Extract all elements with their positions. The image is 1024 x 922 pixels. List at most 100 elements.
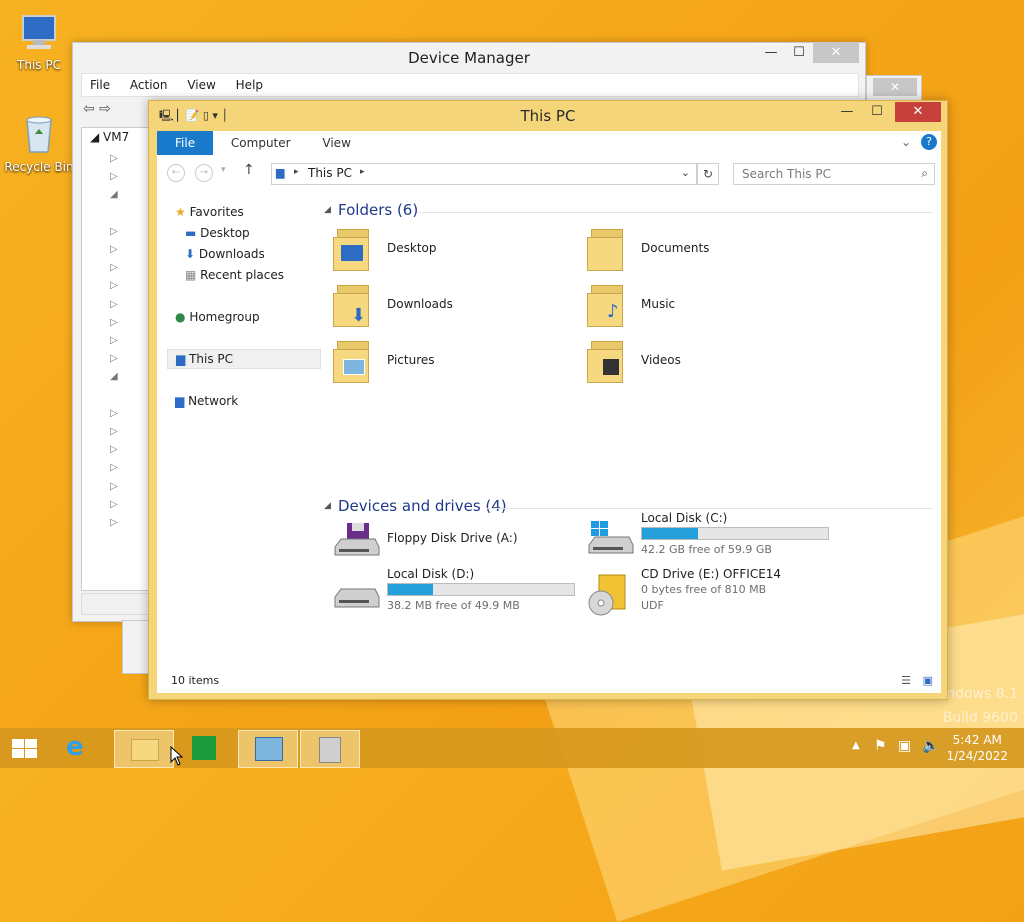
drive-usage-fill bbox=[642, 528, 698, 539]
folder-pictures[interactable]: Pictures bbox=[333, 339, 563, 387]
show-hidden-icons-button[interactable]: ▲ bbox=[852, 740, 860, 751]
nav-favorites[interactable]: ★ Favorites bbox=[175, 205, 244, 219]
address-bar[interactable]: ▆ ▸ This PC ▸ ⌄ bbox=[271, 163, 697, 185]
collapse-icon[interactable]: ◢ bbox=[324, 205, 331, 215]
folder-label: Desktop bbox=[387, 241, 437, 255]
folder-downloads[interactable]: ⬇ Downloads bbox=[333, 283, 563, 331]
minimize-button[interactable]: — bbox=[757, 43, 785, 63]
folder-desktop[interactable]: Desktop bbox=[333, 227, 563, 275]
chevron-down-icon[interactable]: ⌄ bbox=[901, 135, 911, 149]
folder-videos[interactable]: Videos bbox=[587, 339, 817, 387]
address-path[interactable]: This PC bbox=[308, 166, 352, 180]
nav-downloads[interactable]: ⬇ Downloads bbox=[185, 247, 265, 261]
minimize-button[interactable]: — bbox=[833, 102, 861, 122]
refresh-button[interactable]: ↻ bbox=[697, 163, 719, 185]
search-icon[interactable]: ⌕ bbox=[921, 166, 928, 181]
group-divider bbox=[417, 212, 933, 213]
close-button[interactable]: ✕ bbox=[873, 78, 917, 96]
drive-usage-bar bbox=[641, 527, 829, 540]
computer-icon: ▆ bbox=[176, 352, 186, 366]
computer-icon bbox=[17, 10, 61, 54]
start-button[interactable] bbox=[0, 730, 58, 766]
help-icon[interactable]: ? bbox=[921, 134, 937, 150]
tab-computer[interactable]: Computer bbox=[217, 131, 305, 155]
maximize-button[interactable]: ☐ bbox=[863, 102, 891, 122]
device-tree[interactable]: ◢ VM7 ▷ ▷ ◢ ▷ ▷ ▷ ▷ ▷ ▷ ▷ ▷ ◢ ▷ ▷ ▷ ▷ ▷ ▷ ▷ bbox=[81, 127, 153, 591]
folder-label: Documents bbox=[641, 241, 710, 255]
explorer-content: ★ Favorites ▬ Desktop ⬇ Downloads ▦ Rece… bbox=[157, 191, 941, 669]
nav-homegroup[interactable]: ● Homegroup bbox=[175, 310, 260, 324]
computer-icon: ▆ bbox=[276, 166, 285, 179]
windows-logo-icon bbox=[12, 739, 37, 758]
back-button[interactable]: ← bbox=[167, 164, 185, 182]
drive-local-c[interactable]: Local Disk (C:) 42.2 GB free of 59.9 GB bbox=[587, 511, 847, 563]
clock-date: 1/24/2022 bbox=[946, 749, 1008, 763]
menu-help[interactable]: Help bbox=[228, 74, 271, 96]
folder-documents[interactable]: Documents bbox=[587, 227, 817, 275]
desktop-icon: ▬ bbox=[185, 226, 197, 240]
chevron-right-icon[interactable]: ▸ bbox=[294, 167, 299, 177]
tab-view[interactable]: View bbox=[308, 131, 364, 155]
close-button[interactable]: ✕ bbox=[813, 43, 859, 63]
folders-group-header[interactable]: Folders (6) bbox=[338, 201, 418, 219]
taskbar: e ▲ ⚑ ▣ 🔈 5:42 AM 1/24/2022 bbox=[0, 728, 1024, 768]
window-title: Device Manager bbox=[408, 49, 530, 67]
window-title: This PC bbox=[520, 107, 576, 125]
network-icon: ▆ bbox=[175, 394, 185, 408]
taskbar-file-explorer[interactable] bbox=[114, 730, 174, 768]
folder-icon: ♪ bbox=[587, 283, 625, 327]
action-center-flag-icon[interactable]: ⚑ bbox=[874, 738, 887, 754]
taskbar-store[interactable] bbox=[176, 730, 234, 766]
drive-usage-bar bbox=[387, 583, 575, 596]
large-icons-view-icon[interactable]: ▣ bbox=[923, 669, 933, 693]
desktop-icon-this-pc[interactable]: This PC bbox=[4, 10, 74, 72]
forward-button[interactable]: → bbox=[195, 164, 213, 182]
desktop-icon-recycle-bin[interactable]: Recycle Bin bbox=[4, 112, 74, 174]
folder-music[interactable]: ♪ Music bbox=[587, 283, 817, 331]
search-input[interactable]: Search This PC ⌕ bbox=[733, 163, 935, 185]
background-window-edge: ✕ bbox=[866, 75, 922, 101]
ie-icon: e bbox=[66, 732, 84, 762]
nav-this-pc[interactable]: ▆ This PC bbox=[167, 349, 321, 369]
star-icon: ★ bbox=[175, 205, 186, 219]
explorer-window[interactable]: 🖳 ▏📝 ▯ ▾ │ This PC — ☐ ✕ File Computer V… bbox=[148, 100, 948, 700]
drive-cd-e[interactable]: CD Drive (E:) OFFICE14 0 bytes free of 8… bbox=[587, 567, 847, 623]
hard-drive-icon bbox=[334, 588, 380, 608]
up-button[interactable]: ↑ bbox=[243, 162, 255, 178]
recent-locations-button[interactable]: ▾ bbox=[221, 165, 226, 175]
recent-places-icon: ▦ bbox=[185, 268, 197, 282]
mouse-cursor-icon bbox=[170, 746, 184, 766]
folder-icon: ⬇ bbox=[333, 283, 371, 327]
system-clock[interactable]: 5:42 AM 1/24/2022 bbox=[946, 732, 1008, 764]
taskbar-internet-explorer[interactable]: e bbox=[52, 730, 110, 766]
details-view-icon[interactable]: ☰ bbox=[901, 669, 911, 693]
tab-file[interactable]: File bbox=[157, 131, 214, 155]
maximize-button[interactable]: ☐ bbox=[785, 43, 813, 63]
drive-local-d[interactable]: Local Disk (D:) 38.2 MB free of 49.9 MB bbox=[333, 567, 593, 619]
close-button[interactable]: ✕ bbox=[895, 102, 941, 122]
folder-icon bbox=[587, 339, 625, 383]
folder-icon bbox=[587, 227, 625, 271]
chevron-right-icon[interactable]: ▸ bbox=[360, 167, 365, 177]
taskbar-device-manager[interactable] bbox=[238, 730, 298, 768]
network-tray-icon[interactable]: ▣ bbox=[898, 738, 911, 754]
tree-root[interactable]: ◢ VM7 bbox=[90, 130, 129, 144]
menu-file[interactable]: File bbox=[82, 74, 118, 96]
back-arrow-icon[interactable]: ⇦ ⇨ bbox=[83, 101, 111, 117]
nav-network[interactable]: ▆ Network bbox=[175, 394, 238, 408]
menu-action[interactable]: Action bbox=[122, 74, 176, 96]
app-icon bbox=[319, 737, 341, 763]
chevron-down-icon[interactable]: ⌄ bbox=[681, 166, 690, 179]
item-count: 10 items bbox=[171, 674, 220, 687]
drives-group-header[interactable]: Devices and drives (4) bbox=[338, 497, 507, 515]
taskbar-setup-app[interactable] bbox=[300, 730, 360, 768]
volume-muted-icon[interactable]: 🔈 bbox=[922, 738, 939, 754]
nav-desktop[interactable]: ▬ Desktop bbox=[185, 226, 250, 240]
collapse-icon[interactable]: ◢ bbox=[324, 501, 331, 511]
folder-icon bbox=[333, 227, 371, 271]
ribbon-tabs: File Computer View ⌄ ? bbox=[157, 131, 941, 156]
drive-filesystem: UDF bbox=[641, 599, 664, 612]
drive-floppy-a[interactable]: Floppy Disk Drive (A:) bbox=[333, 517, 573, 565]
menu-view[interactable]: View bbox=[179, 74, 223, 96]
nav-recent-places[interactable]: ▦ Recent places bbox=[185, 268, 284, 282]
